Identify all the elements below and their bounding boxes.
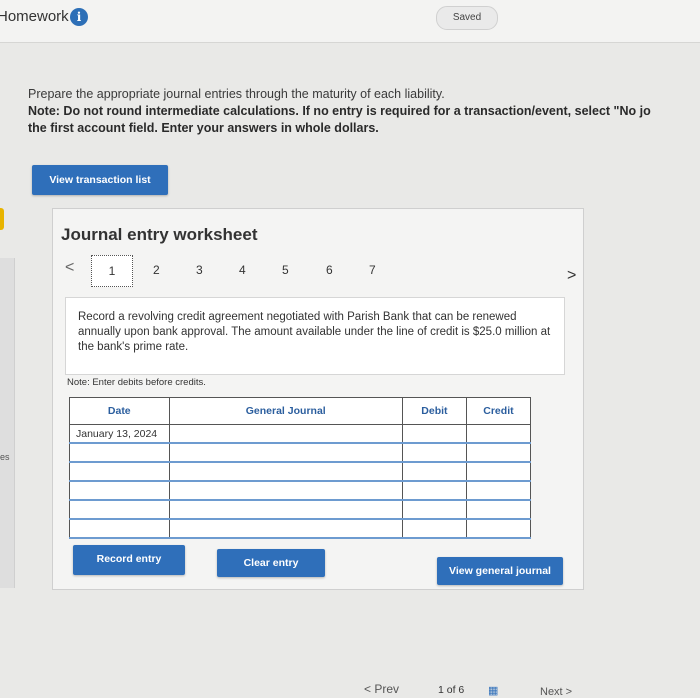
date-cell[interactable] — [69, 442, 170, 463]
credit-cell[interactable] — [465, 424, 532, 444]
table-header-row: Date General Journal Debit Credit — [69, 397, 532, 425]
account-cell[interactable] — [168, 461, 403, 482]
tab-3[interactable]: 3 — [196, 263, 203, 277]
tab-2[interactable]: 2 — [153, 263, 160, 277]
date-cell[interactable] — [69, 480, 170, 501]
next-button[interactable]: Next > — [540, 686, 572, 698]
instructions-note: Note: Do not round intermediate calculat… — [28, 104, 651, 118]
account-cell[interactable] — [168, 424, 403, 444]
app-title: Homework — [0, 8, 69, 25]
worksheet-title: Journal entry worksheet — [61, 225, 258, 244]
credit-column-header: Credit — [465, 397, 532, 425]
debit-cell[interactable] — [401, 442, 467, 463]
table-row — [69, 518, 532, 539]
debit-cell[interactable] — [401, 480, 467, 501]
table-row — [69, 461, 532, 482]
chevron-right-icon[interactable]: > — [567, 267, 576, 285]
journal-entry-worksheet: Journal entry worksheet < 1 2 3 4 5 6 7 … — [52, 208, 584, 590]
debits-note: Note: Enter debits before credits. — [67, 377, 206, 388]
date-cell[interactable] — [69, 518, 170, 539]
instructions: Prepare the appropriate journal entries … — [28, 86, 700, 137]
journal-table: Date General Journal Debit Credit Januar… — [69, 397, 532, 539]
tab-7[interactable]: 7 — [369, 263, 376, 277]
date-cell[interactable]: January 13, 2024 — [69, 424, 170, 444]
saved-status-badge: Saved — [436, 6, 498, 30]
side-panel-label: es — [0, 452, 10, 462]
account-cell[interactable] — [168, 499, 403, 520]
prev-label: Prev — [374, 682, 400, 696]
clear-entry-button[interactable]: Clear entry — [217, 549, 325, 577]
view-general-journal-button[interactable]: View general journal — [437, 557, 563, 585]
record-entry-button[interactable]: Record entry — [73, 545, 185, 575]
debit-cell[interactable] — [401, 499, 467, 520]
date-column-header: Date — [69, 397, 170, 425]
credit-cell[interactable] — [465, 461, 532, 482]
account-cell[interactable] — [168, 518, 403, 539]
debit-cell[interactable] — [401, 461, 467, 482]
credit-cell[interactable] — [465, 518, 532, 539]
table-row — [69, 442, 532, 463]
tab-1[interactable]: 1 — [91, 255, 133, 287]
account-cell[interactable] — [168, 480, 403, 501]
next-label: Next — [540, 686, 563, 698]
chevron-left-icon: < — [364, 682, 375, 696]
tab-6[interactable]: 6 — [326, 263, 333, 277]
chevron-right-icon: > — [562, 686, 573, 698]
bottom-navigation: < Prev 1 of 6 ▦ Next > — [0, 676, 700, 698]
page-indicator: 1 of 6 — [438, 684, 465, 696]
transaction-description: Record a revolving credit agreement nego… — [65, 297, 565, 375]
date-cell[interactable] — [69, 461, 170, 482]
credit-cell[interactable] — [465, 480, 532, 501]
instructions-note-continued: the first account field. Enter your answ… — [28, 121, 379, 135]
credit-cell[interactable] — [465, 442, 532, 463]
table-row — [69, 499, 532, 520]
tab-4[interactable]: 4 — [239, 263, 246, 277]
debit-column-header: Debit — [401, 397, 467, 425]
table-row: January 13, 2024 — [69, 424, 532, 444]
top-bar: Homework i Saved — [0, 0, 700, 43]
general-journal-column-header: General Journal — [168, 397, 403, 425]
instructions-line: Prepare the appropriate journal entries … — [28, 87, 445, 101]
credit-cell[interactable] — [465, 499, 532, 520]
chevron-left-icon[interactable]: < — [65, 259, 74, 277]
info-icon[interactable]: i — [70, 8, 88, 26]
view-transaction-list-button[interactable]: View transaction list — [32, 165, 168, 195]
table-row — [69, 480, 532, 501]
account-cell[interactable] — [168, 442, 403, 463]
debit-cell[interactable] — [401, 424, 467, 444]
debit-cell[interactable] — [401, 518, 467, 539]
grid-icon[interactable]: ▦ — [488, 684, 498, 697]
prev-button[interactable]: < Prev — [364, 682, 399, 696]
tab-5[interactable]: 5 — [282, 263, 289, 277]
date-cell[interactable] — [69, 499, 170, 520]
side-indicator — [0, 208, 4, 230]
side-panel — [0, 258, 15, 588]
